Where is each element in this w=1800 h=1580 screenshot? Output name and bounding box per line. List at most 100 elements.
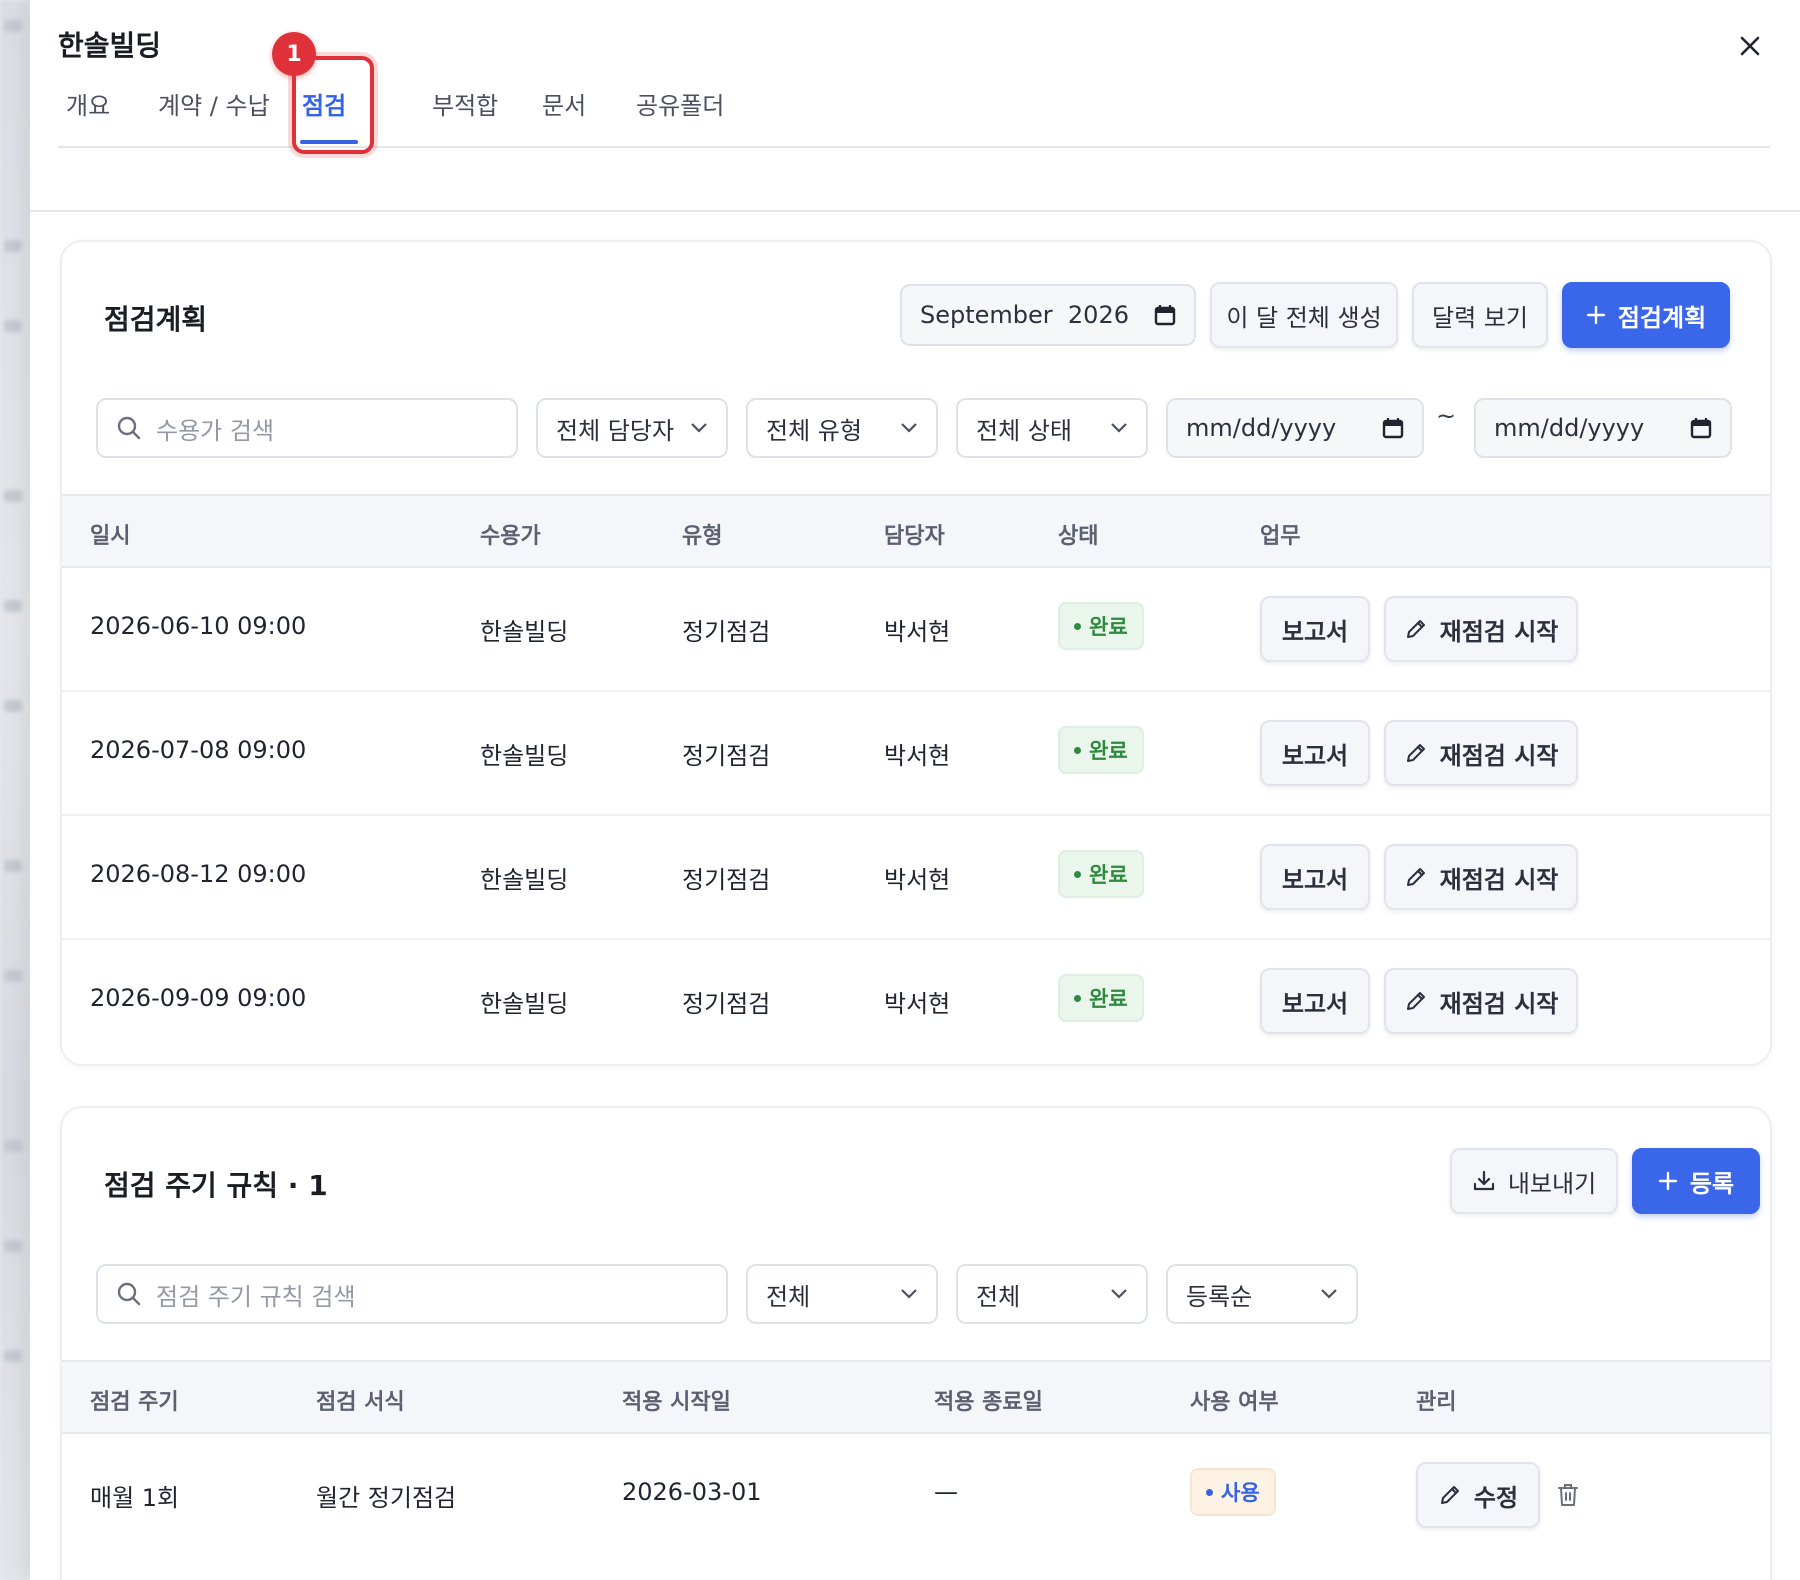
- calendar-icon: [1154, 305, 1176, 326]
- col-customer: 수용가: [480, 524, 541, 549]
- date-from-placeholder: mm/dd/yyyy: [1186, 414, 1337, 442]
- type-select-value: 전체 유형: [766, 416, 862, 445]
- tab-overview[interactable]: 개요: [66, 86, 110, 121]
- use-badge: 사용: [1190, 1468, 1276, 1516]
- rules-table-header: 점검 주기 점검 서식 적용 시작일 적용 종료일 사용 여부 관리: [62, 1360, 1770, 1434]
- table-row: 2026-08-12 09:00 한솔빌딩 정기점검 박서현 완료 보고서 재점검 시작: [62, 816, 1770, 940]
- rule-search-input[interactable]: 점검 주기 규칙 검색: [96, 1264, 728, 1324]
- pencil-icon: [1406, 868, 1425, 886]
- detail-panel: 한솔빌딩 개요 계약 / 수납 점검 부적합 문서 공유폴더 1 점검계획 Se…: [30, 0, 1800, 1580]
- status-badge-label: 완료: [1089, 987, 1128, 1011]
- customer-search-input[interactable]: 수용가 검색: [96, 398, 518, 458]
- chevron-down-icon: [691, 423, 707, 433]
- row-type: 정기점검: [682, 618, 771, 646]
- rules-title: 점검 주기 규칙 · 1: [104, 1169, 328, 1202]
- tab-documents[interactable]: 문서: [542, 86, 586, 121]
- row-cycle: 매월 1회: [90, 1484, 180, 1512]
- add-rule-button[interactable]: 등록: [1632, 1148, 1760, 1214]
- report-button[interactable]: 보고서: [1260, 720, 1370, 786]
- reinspect-button[interactable]: 재점검 시작: [1384, 720, 1578, 786]
- plus-icon: [1658, 1171, 1678, 1191]
- col-status: 상태: [1058, 524, 1099, 549]
- row-form: 월간 정기점검: [316, 1484, 457, 1512]
- generate-month-button[interactable]: 이 달 전체 생성: [1210, 282, 1398, 348]
- delete-button[interactable]: [1556, 1482, 1580, 1508]
- type-select[interactable]: 전체 유형: [746, 398, 938, 458]
- status-badge-label: 완료: [1089, 863, 1128, 887]
- chevron-down-icon: [1111, 1289, 1127, 1299]
- date-range-separator: ~: [1436, 402, 1457, 430]
- report-button[interactable]: 보고서: [1260, 968, 1370, 1034]
- chevron-down-icon: [901, 423, 917, 433]
- customer-search-placeholder: 수용가 검색: [156, 416, 275, 445]
- use-dot: [1206, 1488, 1213, 1496]
- status-badge-label: 완료: [1089, 615, 1128, 639]
- row-type: 정기점검: [682, 990, 771, 1018]
- reinspect-button[interactable]: 재점검 시작: [1384, 596, 1578, 662]
- row-manager: 박서현: [884, 990, 951, 1018]
- rule-filter-1-value: 전체: [766, 1282, 811, 1311]
- pencil-icon: [1440, 1486, 1459, 1504]
- tab-contract[interactable]: 계약 / 수납: [158, 86, 270, 121]
- status-badge: 완료: [1058, 602, 1144, 650]
- reinspect-button[interactable]: 재점검 시작: [1384, 844, 1578, 910]
- row-customer: 한솔빌딩: [480, 990, 569, 1018]
- add-plan-label: 점검계획: [1617, 303, 1707, 332]
- status-dot: [1074, 746, 1081, 754]
- close-button[interactable]: [1730, 26, 1770, 66]
- rule-sort-select[interactable]: 등록순: [1166, 1264, 1358, 1324]
- calendar-icon: [1690, 418, 1712, 439]
- date-to-placeholder: mm/dd/yyyy: [1494, 414, 1645, 442]
- status-select-value: 전체 상태: [976, 416, 1072, 445]
- date-from-input[interactable]: mm/dd/yyyy: [1166, 398, 1424, 458]
- report-button[interactable]: 보고서: [1260, 844, 1370, 910]
- add-plan-button[interactable]: 점검계획: [1562, 282, 1730, 348]
- search-icon: [117, 1282, 141, 1306]
- status-badge: 완료: [1058, 726, 1144, 774]
- export-label: 내보내기: [1507, 1169, 1597, 1198]
- rule-search-placeholder: 점검 주기 규칙 검색: [156, 1282, 356, 1311]
- status-badge-label: 완료: [1089, 739, 1128, 763]
- cycle-rules-card: 점검 주기 규칙 · 1 내보내기 등록 점검 주기 규칙 검색 전체 전체 등…: [60, 1106, 1772, 1580]
- chevron-down-icon: [1111, 423, 1127, 433]
- col-form: 점검 서식: [316, 1390, 405, 1415]
- col-cycle: 점검 주기: [90, 1390, 179, 1415]
- manager-select[interactable]: 전체 담당자: [536, 398, 728, 458]
- tab-nonconformity[interactable]: 부적합: [432, 86, 498, 121]
- status-select[interactable]: 전체 상태: [956, 398, 1148, 458]
- status-dot: [1074, 994, 1081, 1002]
- add-rule-label: 등록: [1689, 1169, 1735, 1198]
- tab-shared-folder[interactable]: 공유폴더: [636, 86, 724, 121]
- row-datetime: 2026-09-09 09:00: [90, 984, 307, 1012]
- reinspect-button-label: 재점검 시작: [1439, 617, 1559, 646]
- status-badge: 완료: [1058, 850, 1144, 898]
- report-button[interactable]: 보고서: [1260, 596, 1370, 662]
- row-datetime: 2026-08-12 09:00: [90, 860, 307, 888]
- rule-filter-2[interactable]: 전체: [956, 1264, 1148, 1324]
- month-picker[interactable]: September 2026: [900, 284, 1196, 346]
- date-to-input[interactable]: mm/dd/yyyy: [1474, 398, 1732, 458]
- col-type: 유형: [682, 524, 723, 549]
- step-badge: 1: [272, 32, 316, 76]
- table-row: 2026-09-09 09:00 한솔빌딩 정기점검 박서현 완료 보고서 재점검 시작: [62, 940, 1770, 1064]
- row-end: —: [934, 1478, 958, 1506]
- edit-button-label: 수정: [1473, 1483, 1519, 1512]
- calendar-view-label: 달력 보기: [1432, 303, 1528, 332]
- rule-filter-1[interactable]: 전체: [746, 1264, 938, 1324]
- col-actions: 업무: [1260, 524, 1301, 549]
- table-row: 2026-06-10 09:00 한솔빌딩 정기점검 박서현 완료 보고서 재점검 시작: [62, 568, 1770, 692]
- reinspect-button[interactable]: 재점검 시작: [1384, 968, 1578, 1034]
- plus-icon: [1586, 305, 1606, 325]
- export-button[interactable]: 내보내기: [1450, 1148, 1618, 1214]
- row-customer: 한솔빌딩: [480, 618, 569, 646]
- row-manager: 박서현: [884, 618, 951, 646]
- generate-month-label: 이 달 전체 생성: [1226, 303, 1382, 332]
- backdrop: [0, 0, 30, 1580]
- table-row: 매월 1회 월간 정기점검 2026-03-01 — 사용 수정: [62, 1434, 1770, 1558]
- edit-button[interactable]: 수정: [1416, 1462, 1540, 1528]
- month-picker-value: September 2026: [920, 301, 1129, 329]
- chevron-down-icon: [1321, 1289, 1337, 1299]
- status-dot: [1074, 622, 1081, 630]
- calendar-view-button[interactable]: 달력 보기: [1412, 282, 1548, 348]
- inspection-plan-card: 점검계획 September 2026 이 달 전체 생성 달력 보기 점검계획: [60, 240, 1772, 1066]
